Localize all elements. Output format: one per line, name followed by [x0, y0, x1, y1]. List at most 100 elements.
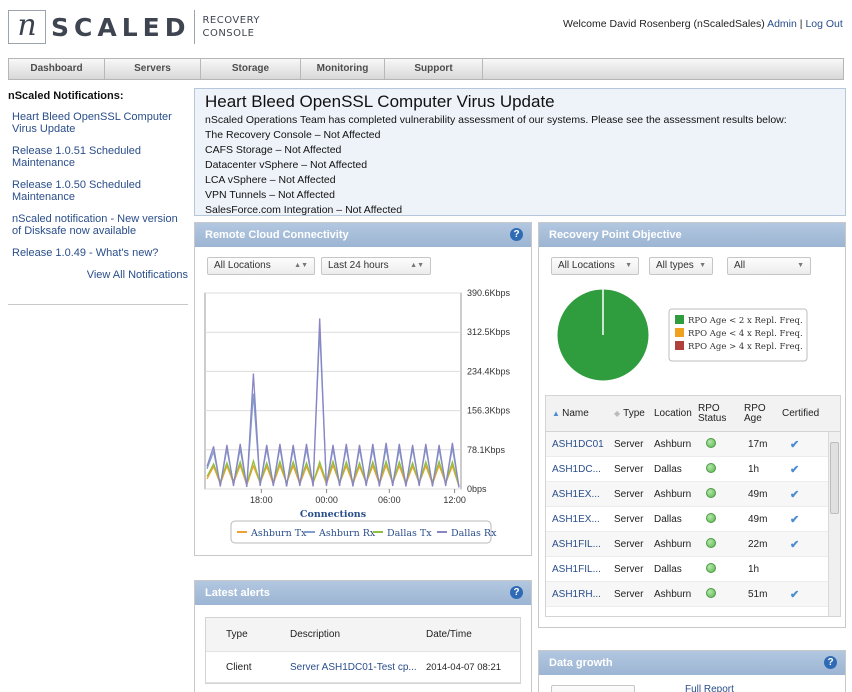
server-name-link[interactable]: ASH1FIL... — [546, 564, 608, 575]
column-header-datetime[interactable]: Date/Time — [418, 629, 518, 640]
rpo-age: 1h — [748, 563, 760, 575]
certified-check-icon: ✔ — [790, 463, 800, 476]
server-type: Server — [614, 463, 644, 475]
notification-link[interactable]: Heart Bleed OpenSSL Computer Virus Updat… — [12, 111, 188, 135]
server-name-link[interactable]: ASH1FIL... — [546, 539, 608, 550]
server-location: Ashburn — [654, 538, 692, 550]
table-row[interactable]: ASH1DC... Server Dallas 1h ✔ — [546, 457, 840, 482]
rpo-age: 17m — [748, 438, 768, 450]
nav-storage[interactable]: Storage — [201, 59, 301, 79]
view-all-notifications-link[interactable]: View All Notifications — [8, 269, 188, 281]
column-header-label: Type — [623, 408, 645, 419]
notification-link[interactable]: Release 1.0.50 Scheduled Maintenance — [12, 179, 188, 203]
rpo-filter-select[interactable]: All ▼ — [727, 257, 811, 275]
announcement-line: VPN Tunnels – Not Affected — [205, 189, 335, 201]
rpo-age: 1h — [748, 463, 760, 475]
help-icon[interactable]: ? — [510, 228, 523, 241]
help-icon[interactable]: ? — [824, 656, 837, 669]
rpo-panel: Recovery Point Objective All Locations ▼… — [538, 222, 846, 628]
certified-check-icon: ✔ — [790, 488, 800, 501]
updown-icon: ▲▼ — [294, 262, 308, 269]
table-row[interactable]: ASH1DC01 Server Ashburn 17m ✔ — [546, 432, 840, 457]
help-icon[interactable]: ? — [510, 586, 523, 599]
y-tick-label: 312.5Kbps — [467, 327, 511, 337]
alerts-table-header: Type Description Date/Time — [206, 618, 520, 652]
column-header-label: Name — [562, 408, 589, 419]
column-header-name[interactable]: ▲ Name — [546, 408, 608, 419]
location-select[interactable]: All Locations ▲▼ — [207, 257, 315, 275]
rpo-status — [696, 587, 740, 601]
nav-support[interactable]: Support — [385, 59, 483, 79]
nav-dashboard[interactable]: Dashboard — [9, 59, 105, 79]
notifications-title: nScaled Notifications: — [8, 90, 124, 102]
chevron-down-icon: ▼ — [625, 262, 632, 269]
logo-divider — [194, 10, 196, 44]
chevron-down-icon: ▼ — [797, 262, 804, 269]
column-header-certified[interactable]: Certified — [776, 408, 820, 419]
data-growth-header: Data growth ? — [539, 651, 845, 675]
status-ok-icon — [706, 512, 716, 523]
nav-servers[interactable]: Servers — [105, 59, 201, 79]
rpo-table-scrollbar[interactable] — [828, 432, 840, 616]
updown-icon: ▲▼ — [410, 262, 424, 269]
rpo-status — [696, 437, 740, 451]
time-range-select[interactable]: Last 24 hours ▲▼ — [321, 257, 431, 275]
table-row[interactable]: Client Server ASH1DC01-Test cp... 2014-0… — [206, 652, 520, 683]
notification-link[interactable]: Release 1.0.51 Scheduled Maintenance — [12, 145, 188, 169]
column-header-type[interactable]: Type — [206, 629, 282, 640]
logo[interactable]: n SCALED RECOVERY CONSOLE — [8, 10, 260, 44]
server-name-link[interactable]: ASH1RH... — [546, 589, 608, 600]
column-header-location[interactable]: Location — [650, 408, 696, 419]
logo-wordmark: SCALED — [51, 12, 191, 42]
server-location: Ashburn — [654, 488, 692, 500]
sort-icon: ◆ — [614, 409, 621, 418]
notification-link[interactable]: nScaled notification - New version of Di… — [12, 213, 188, 237]
rpo-title: Recovery Point Objective — [549, 229, 682, 241]
nav-monitoring[interactable]: Monitoring — [301, 59, 385, 79]
notification-link[interactable]: Release 1.0.49 - What's new? — [12, 247, 188, 259]
column-header-rpo-age[interactable]: RPO Age — [740, 403, 776, 424]
connectivity-chart: 0bps 78.1Kbps 156.3Kbps 234.4Kbps 312.5Kbps 3… — [204, 288, 511, 544]
server-type: Server — [614, 563, 644, 575]
table-row[interactable]: ASH1EX... Server Dallas 49m ✔ — [546, 507, 840, 532]
legend-label: RPO Age < 4 x Repl. Freq. — [688, 329, 803, 339]
server-name-link[interactable]: ASH1EX... — [546, 514, 608, 525]
alerts-panel: Latest alerts ? Type Description Date/Ti… — [194, 580, 532, 692]
server-type: Server — [614, 513, 644, 525]
table-row[interactable]: ASH1RH... Server Ashburn 51m ✔ — [546, 582, 840, 607]
legend-label: RPO Age > 4 x Repl. Freq. — [688, 342, 803, 352]
column-header-rpo-status[interactable]: RPO Status — [696, 403, 740, 424]
scrollbar-thumb[interactable] — [830, 442, 839, 514]
status-ok-icon — [706, 587, 716, 598]
server-name-link[interactable]: ASH1DC... — [546, 464, 608, 475]
column-header-type[interactable]: ◆ Type — [608, 408, 650, 419]
header: n SCALED RECOVERY CONSOLE Welcome David … — [0, 0, 852, 52]
notifications-sidebar: nScaled Notifications: Heart Bleed OpenS… — [8, 90, 188, 305]
admin-link[interactable]: Admin — [767, 18, 797, 30]
table-row[interactable]: ASH1FIL... Server Dallas 1h — [546, 557, 840, 582]
status-ok-icon — [706, 562, 716, 573]
table-row[interactable]: ASH1FIL... Server Ashburn 22m ✔ — [546, 532, 840, 557]
certified-check-icon: ✔ — [790, 538, 800, 551]
server-name-link[interactable]: ASH1DC01 — [546, 439, 608, 450]
full-report-link[interactable]: Full Report — [685, 684, 734, 692]
table-row[interactable]: ASH1EX... Server Ashburn 49m ✔ — [546, 482, 840, 507]
legend-label: Ashburn Tx — [250, 528, 307, 539]
column-header-description[interactable]: Description — [282, 629, 418, 640]
rpo-age: 51m — [748, 588, 768, 600]
rpo-location-value: All Locations — [558, 260, 615, 271]
data-growth-panel: Data growth ? Full Report — [538, 650, 846, 692]
rpo-header: Recovery Point Objective — [539, 223, 845, 247]
rpo-type-select[interactable]: All types ▼ — [649, 257, 713, 275]
connectivity-panel: Remote Cloud Connectivity ? All Location… — [194, 222, 532, 556]
announcement-line: CAFS Storage – Not Affected — [205, 144, 342, 156]
status-ok-icon — [706, 537, 716, 548]
logout-link[interactable]: Log Out — [805, 18, 842, 30]
growth-select[interactable] — [551, 685, 635, 692]
server-location: Dallas — [654, 563, 682, 575]
alerts-title: Latest alerts — [205, 587, 270, 599]
alert-description-link[interactable]: Server ASH1DC01-Test cp... — [282, 662, 418, 673]
server-name-link[interactable]: ASH1EX... — [546, 489, 608, 500]
rpo-location-select[interactable]: All Locations ▼ — [551, 257, 639, 275]
y-tick-label: 78.1Kbps — [467, 445, 506, 455]
